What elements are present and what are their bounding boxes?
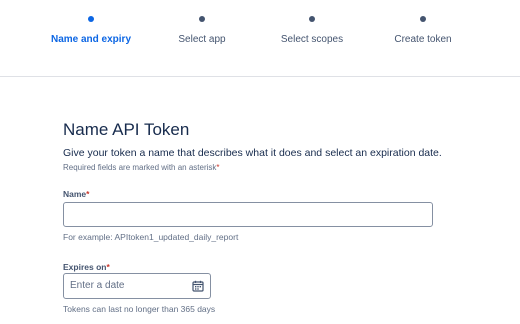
step-indicator bbox=[420, 16, 426, 22]
step-indicator bbox=[199, 16, 205, 22]
step-create-token: Create token bbox=[363, 16, 483, 45]
progress-stepper: Name and expiry Select app Select scopes… bbox=[0, 0, 520, 77]
required-asterisk: * bbox=[216, 163, 220, 172]
form-description: Give your token a name that describes wh… bbox=[63, 147, 442, 159]
step-select-app: Select app bbox=[142, 16, 262, 45]
required-note-text: Required fields are marked with an aster… bbox=[63, 163, 217, 172]
step-label: Select scopes bbox=[280, 34, 344, 45]
step-indicator bbox=[309, 16, 315, 22]
page-title: Name API Token bbox=[63, 120, 190, 139]
required-asterisk: * bbox=[106, 262, 110, 272]
step-label: Select app bbox=[178, 34, 226, 45]
step-label: Create token bbox=[394, 34, 452, 45]
name-label-text: Name bbox=[63, 189, 87, 199]
expiry-date-input[interactable]: Enter a date bbox=[63, 273, 211, 299]
name-help-text: For example: APItoken1_updated_daily_rep… bbox=[63, 232, 239, 242]
expires-label-text: Expires on bbox=[63, 262, 107, 272]
step-select-scopes: Select scopes bbox=[252, 16, 372, 45]
name-input[interactable] bbox=[63, 202, 433, 227]
required-fields-note: Required fields are marked with an aster… bbox=[63, 162, 443, 173]
expires-field-label: Expires on* bbox=[63, 261, 110, 273]
step-current-indicator bbox=[88, 16, 94, 22]
expires-help-text: Tokens can last no longer than 365 days bbox=[63, 304, 216, 314]
date-placeholder: Enter a date bbox=[70, 280, 125, 291]
token-form: Name API Token Give your token a name th… bbox=[63, 118, 443, 314]
step-label: Name and expiry bbox=[50, 34, 132, 45]
name-field-label: Name* bbox=[63, 188, 89, 200]
calendar-icon[interactable] bbox=[192, 280, 204, 292]
step-name-and-expiry: Name and expiry bbox=[31, 16, 151, 45]
required-asterisk: * bbox=[86, 189, 90, 199]
